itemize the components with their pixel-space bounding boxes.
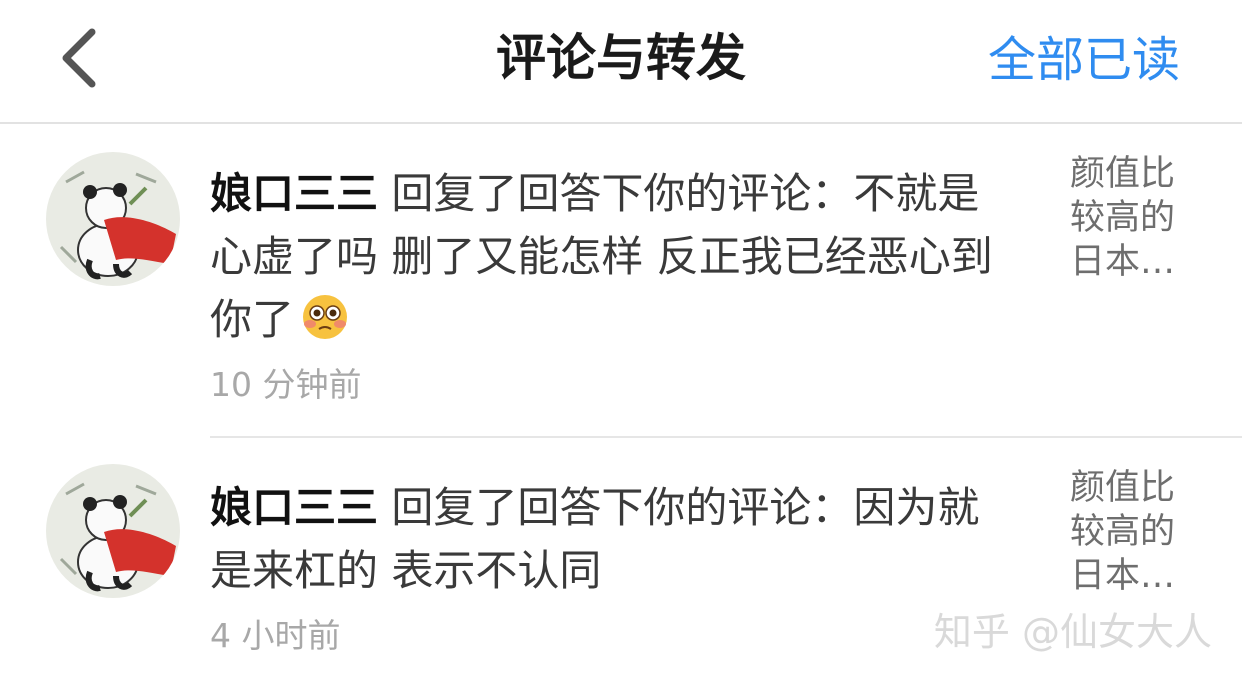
- watermark: 知乎 @仙女大人: [933, 610, 1212, 654]
- notification-text: 娘口三三 回复了回答下你的评论：不就是心虚了吗 删了又能怎样 反正我已经恶心到你…: [210, 162, 1020, 351]
- username-link[interactable]: 娘口三三: [210, 169, 378, 218]
- timestamp: 10 分钟前: [210, 365, 362, 404]
- notification-item[interactable]: 娘口三三 回复了回答下你的评论：不就是心虚了吗 删了又能怎样 反正我已经恶心到你…: [0, 124, 1242, 436]
- nav-bar: 评论与转发 全部已读: [0, 0, 1242, 124]
- timestamp: 4 小时前: [210, 616, 341, 655]
- avatar[interactable]: [46, 464, 180, 598]
- answer-title-link[interactable]: 颜值比较高的日本…: [1070, 152, 1200, 284]
- flushed-face-icon: [300, 292, 350, 342]
- notification-text: 娘口三三 回复了回答下你的评论：因为就是来杠的 表示不认同: [210, 476, 1020, 602]
- mark-all-read-button[interactable]: 全部已读: [988, 28, 1180, 92]
- action-text: 回复了回答下你的评论：: [378, 169, 854, 218]
- avatar[interactable]: [46, 152, 180, 286]
- answer-title-link[interactable]: 颜值比较高的日本…: [1070, 466, 1200, 598]
- username-link[interactable]: 娘口三三: [210, 483, 378, 532]
- action-text: 回复了回答下你的评论：: [378, 483, 854, 532]
